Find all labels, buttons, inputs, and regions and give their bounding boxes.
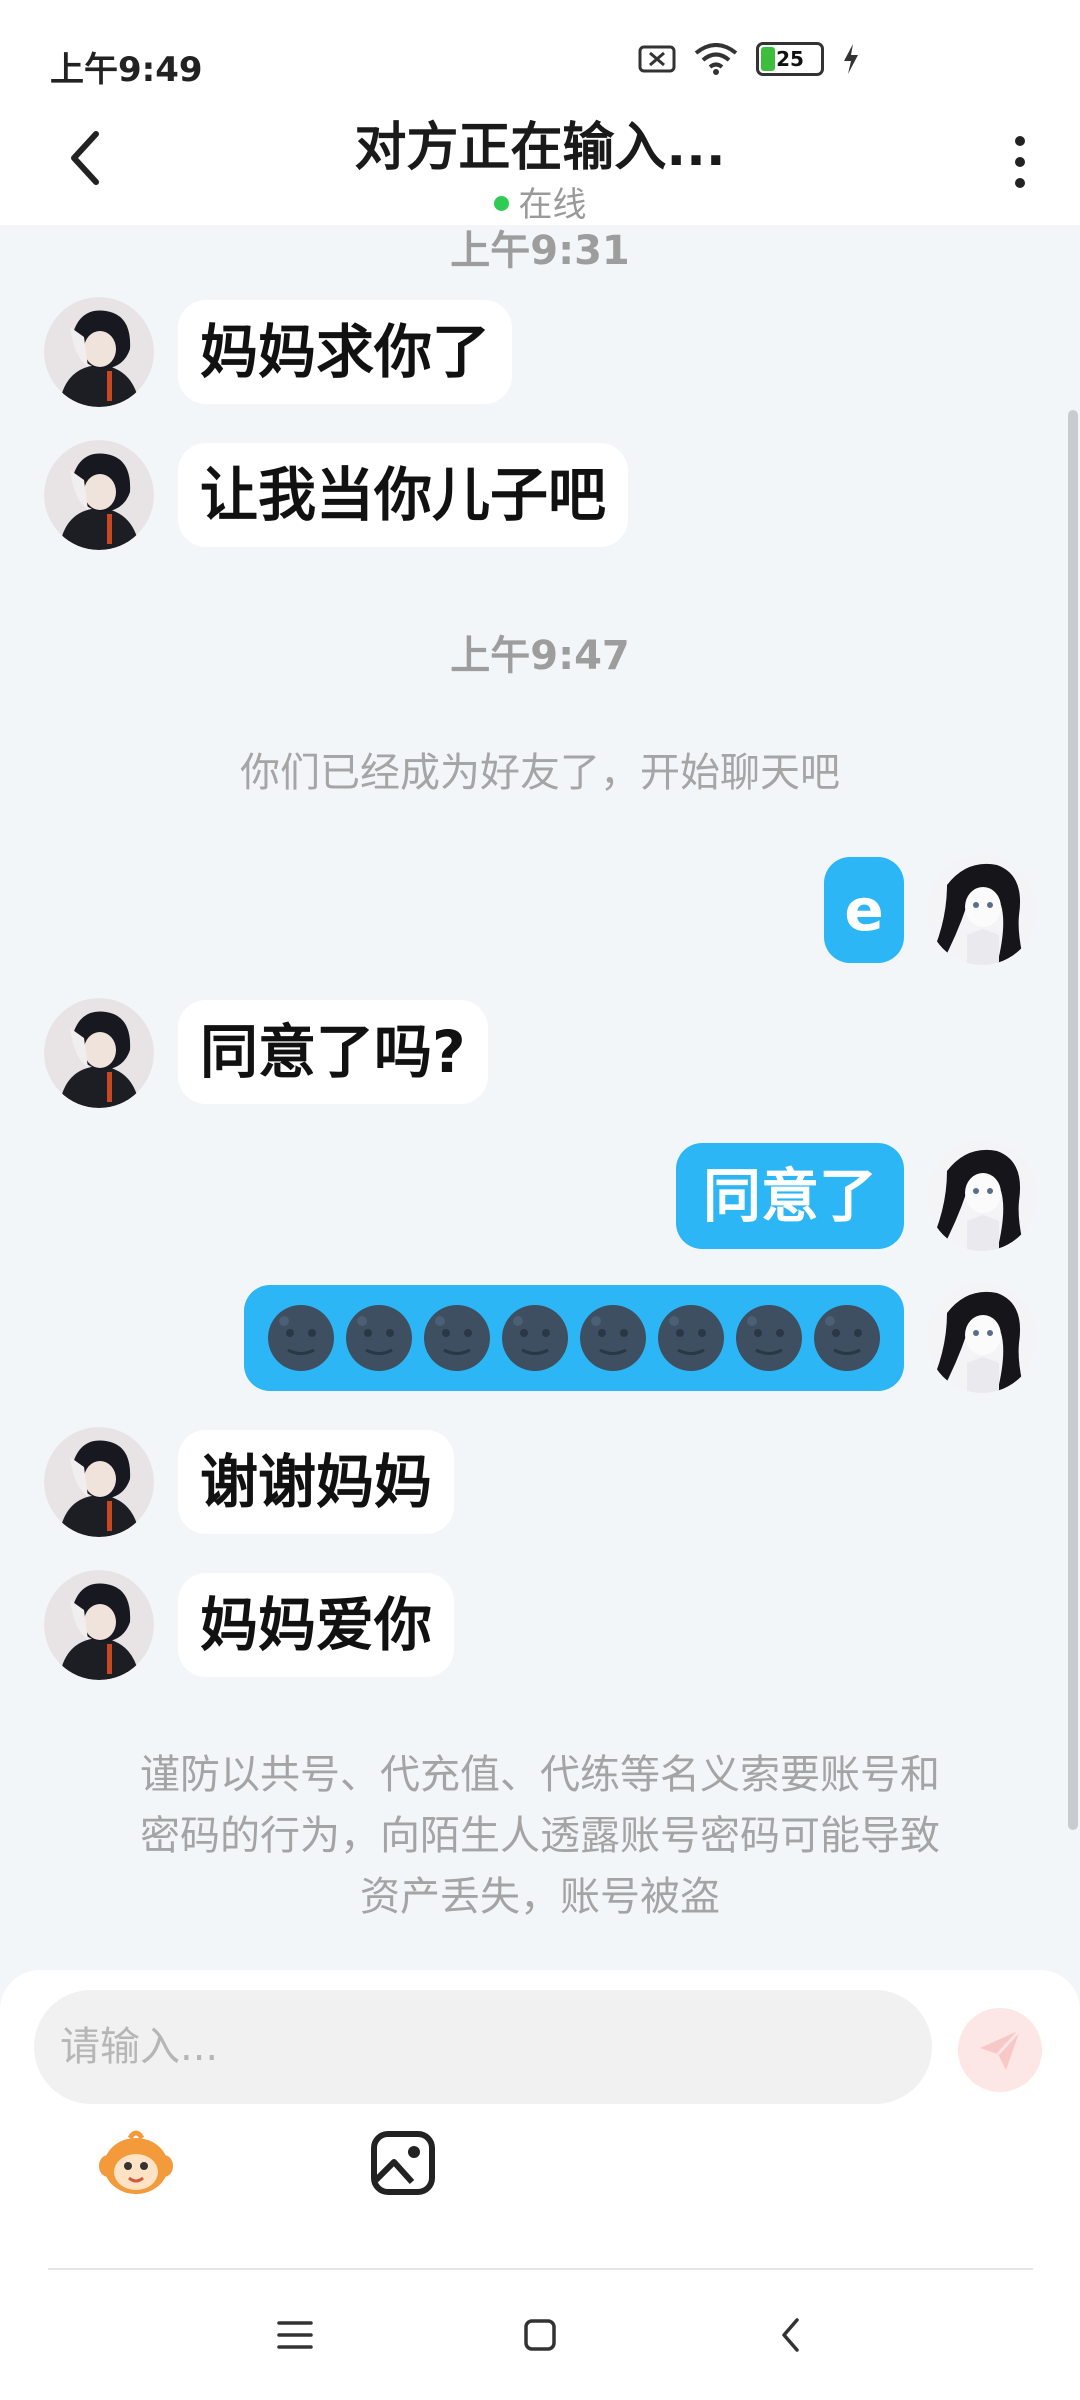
- battery-icon: 25: [756, 42, 824, 76]
- emoji-row: [244, 1285, 904, 1391]
- new-moon-face-icon: [580, 1305, 646, 1371]
- new-moon-face-icon: [814, 1305, 880, 1371]
- my-avatar[interactable]: [927, 855, 1037, 965]
- my-avatar[interactable]: [927, 1141, 1037, 1251]
- message-input[interactable]: [34, 1990, 932, 2104]
- contact-avatar[interactable]: [44, 440, 154, 550]
- message-bubble-incoming[interactable]: 让我当你儿子吧: [178, 443, 629, 547]
- online-dot-icon: [493, 196, 509, 211]
- message-bubble-outgoing[interactable]: 同意了: [676, 1143, 904, 1249]
- status-time: 上午9:49: [50, 50, 203, 90]
- send-button[interactable]: [958, 2008, 1042, 2092]
- nav-home-button[interactable]: [515, 2310, 565, 2360]
- warning-line: 密码的行为，向陌生人透露账号密码可能导致: [140, 1813, 940, 1859]
- new-moon-face-icon: [424, 1305, 490, 1371]
- message-bubble-incoming[interactable]: 同意了吗?: [178, 1000, 488, 1104]
- contact-avatar[interactable]: [44, 297, 154, 407]
- nav-back-button[interactable]: [766, 2310, 816, 2360]
- charging-icon: [844, 44, 858, 74]
- new-moon-face-icon: [268, 1305, 334, 1371]
- message-bubble-outgoing[interactable]: e: [824, 857, 904, 963]
- message-bubble-outgoing[interactable]: [244, 1285, 904, 1391]
- new-moon-face-icon: [658, 1305, 724, 1371]
- back-chevron-icon: [782, 2318, 799, 2352]
- warning-line: 谨防以共号、代充值、代练等名义索要账号和: [140, 1752, 940, 1798]
- new-moon-face-icon: [346, 1305, 412, 1371]
- timestamp: 上午9:31: [450, 228, 630, 274]
- new-moon-face-icon: [736, 1305, 802, 1371]
- status-icons: 25: [638, 42, 860, 76]
- monkey-sticker-icon[interactable]: [96, 2122, 176, 2202]
- contact-avatar[interactable]: [44, 1427, 154, 1537]
- divider: [48, 2268, 1033, 2270]
- image-icon[interactable]: [364, 2122, 444, 2202]
- new-moon-face-icon: [502, 1305, 568, 1371]
- send-icon: [980, 2028, 1022, 2070]
- composer: [0, 1970, 1080, 2400]
- top-bar: 上午9:49 25 对方正在输入... 在线: [0, 0, 1080, 225]
- timestamp: 上午9:47: [450, 633, 630, 679]
- message-bubble-incoming[interactable]: 妈妈爱你: [178, 1573, 455, 1677]
- chat-title: 对方正在输入...: [354, 118, 726, 178]
- scrollbar[interactable]: [1068, 410, 1078, 1830]
- security-warning: 谨防以共号、代充值、代练等名义索要账号和 密码的行为，向陌生人透露账号密码可能导…: [70, 1745, 1010, 1928]
- my-avatar[interactable]: [927, 1283, 1037, 1393]
- sim-off-icon: [638, 45, 676, 73]
- message-bubble-incoming[interactable]: 谢谢妈妈: [178, 1430, 455, 1534]
- contact-avatar[interactable]: [44, 998, 154, 1108]
- nav-recents-button[interactable]: [270, 2310, 320, 2360]
- battery-level: 25: [776, 47, 804, 71]
- wifi-icon: [694, 43, 738, 75]
- contact-avatar[interactable]: [44, 1570, 154, 1680]
- message-bubble-incoming[interactable]: 妈妈求你了: [178, 300, 513, 404]
- menu-lines-icon: [277, 2321, 313, 2349]
- system-message: 你们已经成为好友了，开始聊天吧: [240, 750, 840, 796]
- more-vertical-icon[interactable]: [1008, 132, 1032, 192]
- warning-line: 资产丢失，账号被盗: [360, 1874, 720, 1920]
- home-square-icon: [524, 2319, 556, 2351]
